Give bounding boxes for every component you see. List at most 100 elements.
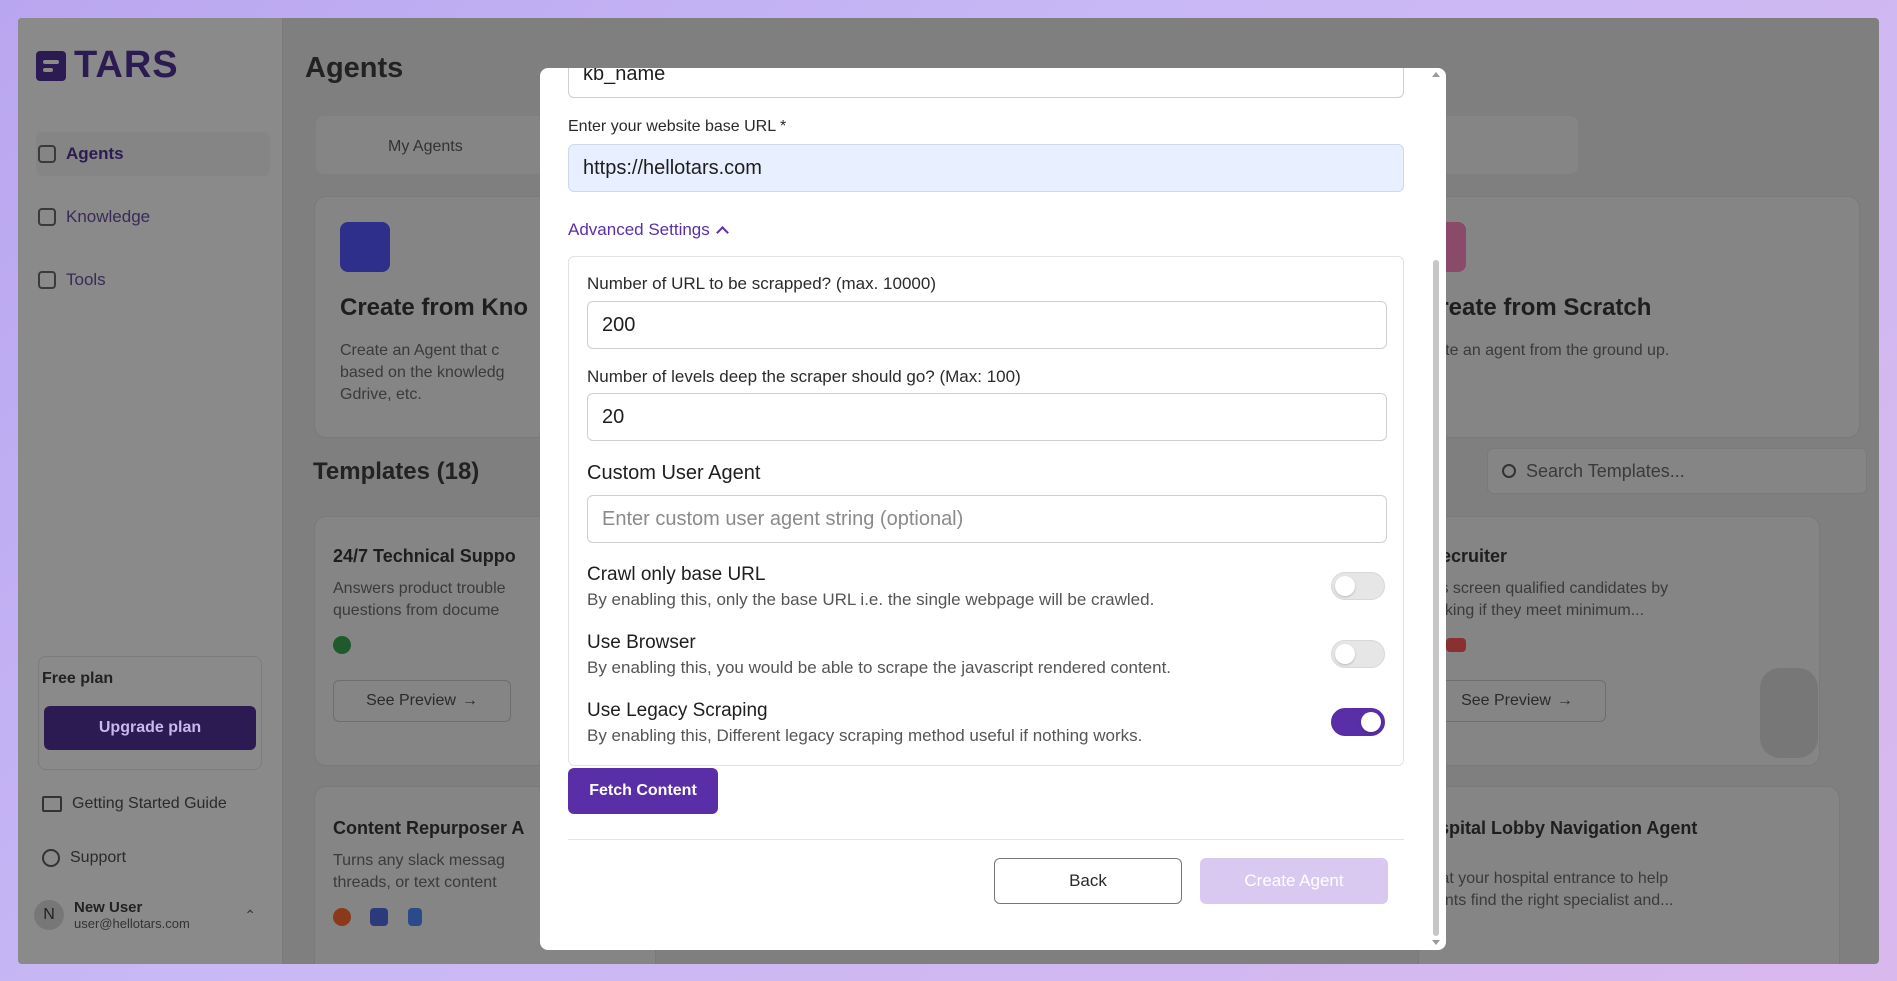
template-text-line: threads, or text content (333, 874, 497, 891)
see-preview-button[interactable]: See Preview → (333, 680, 511, 722)
template-title: 24/7 Technical Suppo (333, 546, 516, 566)
sidebar-item-label: Agents (66, 144, 124, 163)
levels-value: 20 (602, 405, 625, 428)
levels-input[interactable]: 20 (587, 393, 1387, 441)
card-text-line: Gdrive, etc. (340, 386, 422, 403)
kb-name-value: kb_name (583, 68, 666, 85)
user-menu[interactable]: N New User user@hellotars.com ⌃ (34, 890, 264, 940)
card-text-line: Create an Agent that c (340, 342, 500, 359)
book-open-icon (340, 222, 390, 272)
app-window: TARS Agents Knowledge Tools Free plan Up… (18, 18, 1879, 964)
template-text-line: Answers product trouble (333, 580, 506, 597)
toggle-knob (1335, 576, 1355, 596)
card-title: Create from Scratch (1422, 294, 1652, 321)
search-templates-input[interactable]: Search Templates... (1487, 448, 1867, 494)
arrow-right-icon: → (461, 692, 478, 709)
template-title: Content Repurposer A (333, 818, 525, 838)
crawl-base-title: Crawl only base URL (587, 564, 766, 585)
num-urls-value: 200 (602, 313, 636, 336)
custom-user-agent-title: Custom User Agent (587, 462, 761, 484)
getting-started-label: Getting Started Guide (72, 795, 227, 812)
website-url-value: https://hellotars.com (583, 156, 762, 179)
chevron-up-icon (715, 225, 729, 239)
support-link[interactable]: Support (42, 849, 126, 867)
levels-label: Number of levels deep the scraper should… (587, 367, 1021, 386)
sidebar: TARS Agents Knowledge Tools Free plan Up… (18, 18, 283, 964)
crawl-base-desc: By enabling this, only the base URL i.e.… (587, 590, 1155, 609)
num-urls-label: Number of URL to be scrapped? (max. 1000… (587, 274, 936, 293)
card-title: Create from Kno (340, 294, 529, 321)
divider (568, 839, 1404, 840)
search-placeholder: Search Templates... (1526, 460, 1685, 481)
toggle-knob (1361, 712, 1381, 732)
kb-name-input[interactable]: kb_name (568, 68, 1404, 98)
avatar: N (34, 900, 64, 930)
sidebar-item-knowledge[interactable]: Knowledge (36, 195, 270, 239)
chevron-updown-icon: ⌃ (244, 906, 256, 923)
open-book-icon (42, 796, 62, 812)
template-text-line: lps screen qualified candidates by (1428, 580, 1669, 597)
robot-illustration (1760, 668, 1818, 758)
integration-icon (333, 636, 351, 654)
scroll-up-icon[interactable] (1432, 72, 1440, 77)
see-preview-label: See Preview (366, 692, 456, 709)
toggle-knob (1335, 644, 1355, 664)
doc-icon (408, 908, 422, 926)
template-text-line: Turns any slack messag (333, 852, 505, 869)
user-name: New User (74, 899, 143, 916)
logo-mark-icon (36, 50, 66, 81)
see-preview-button[interactable]: See Preview → (1428, 680, 1606, 722)
sidebar-item-tools[interactable]: Tools (36, 258, 270, 302)
scroll-down-icon[interactable] (1432, 940, 1440, 945)
upgrade-plan-button[interactable]: Upgrade plan (44, 706, 256, 750)
advanced-settings-label: Advanced Settings (568, 220, 710, 239)
template-text-line: ecking if they meet minimum... (1428, 602, 1645, 619)
advanced-settings-toggle[interactable]: Advanced Settings (568, 220, 729, 240)
url-label: Enter your website base URL * (568, 118, 787, 135)
website-url-input[interactable]: https://hellotars.com (568, 144, 1404, 192)
modal-scroll-area[interactable]: kb_name Enter your website base URL * ht… (540, 68, 1446, 950)
custom-user-agent-input[interactable]: Enter custom user agent string (optional… (587, 495, 1387, 543)
back-button[interactable]: Back (994, 858, 1182, 904)
arrow-right-icon: → (1556, 692, 1573, 709)
scrollbar-thumb[interactable] (1433, 260, 1439, 936)
template-text-line: tients find the right specialist and... (1428, 892, 1674, 909)
search-icon (1502, 464, 1516, 478)
logo-text: TARS (74, 44, 179, 86)
logo: TARS (36, 44, 179, 87)
sidebar-item-label: Knowledge (66, 207, 151, 226)
see-preview-label: See Preview (1461, 692, 1551, 709)
plan-label: Free plan (42, 670, 114, 687)
help-circle-icon (42, 849, 60, 867)
card-text-line: reate an agent from the ground up. (1422, 342, 1670, 359)
sidebar-item-label: Tools (66, 270, 106, 289)
template-title: ospital Lobby Navigation Agent (1428, 818, 1698, 838)
template-text-line: questions from docume (333, 602, 500, 619)
custom-user-agent-placeholder: Enter custom user agent string (optional… (602, 507, 964, 530)
legacy-scraping-title: Use Legacy Scraping (587, 700, 768, 721)
card-text-line: based on the knowledg (340, 364, 505, 381)
page-title: Agents (305, 52, 404, 84)
legacy-scraping-toggle[interactable] (1331, 708, 1385, 736)
tab-my-agents[interactable]: My Agents (388, 138, 463, 156)
fire-icon (333, 908, 351, 926)
create-knowledge-modal: kb_name Enter your website base URL * ht… (540, 68, 1446, 950)
crawl-base-toggle[interactable] (1331, 572, 1385, 600)
create-agent-button[interactable]: Create Agent (1200, 858, 1388, 904)
sidebar-item-agents[interactable]: Agents (36, 132, 270, 176)
getting-started-link[interactable]: Getting Started Guide (42, 795, 227, 813)
template-text-line: s at your hospital entrance to help (1428, 870, 1669, 887)
wrench-icon (38, 271, 56, 289)
use-browser-desc: By enabling this, you would be able to s… (587, 658, 1172, 677)
gmail-icon (1446, 638, 1466, 652)
support-label: Support (70, 849, 127, 866)
use-browser-toggle[interactable] (1331, 640, 1385, 668)
use-browser-title: Use Browser (587, 632, 696, 653)
fetch-content-button[interactable]: Fetch Content (568, 768, 718, 814)
grid-icon (370, 908, 388, 926)
templates-title: Templates (18) (313, 458, 480, 485)
book-icon (38, 208, 56, 226)
user-email: user@hellotars.com (74, 916, 190, 931)
legacy-scraping-desc: By enabling this, Different legacy scrap… (587, 726, 1143, 745)
num-urls-input[interactable]: 200 (587, 301, 1387, 349)
